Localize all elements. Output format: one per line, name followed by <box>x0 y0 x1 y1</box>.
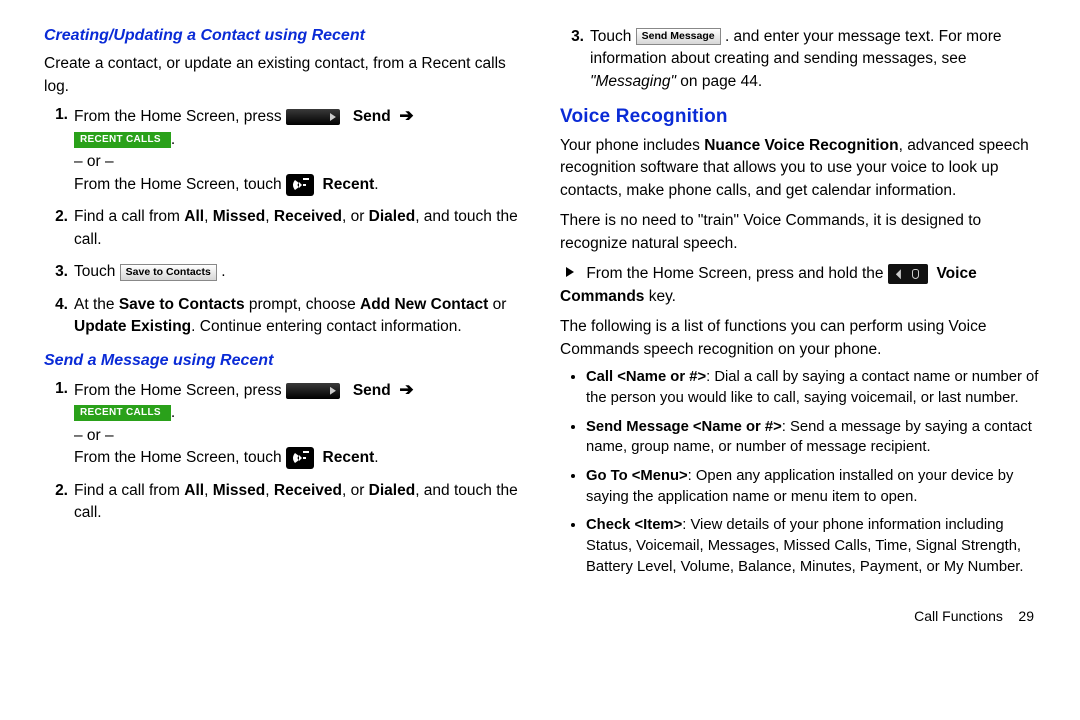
text: prompt, choose <box>245 296 360 313</box>
text: Touch <box>590 28 636 45</box>
text: Your phone includes <box>560 137 704 154</box>
arrow-icon: ➔ <box>399 380 413 399</box>
send-message-button: Send Message <box>636 28 721 45</box>
bold: Update Existing <box>74 318 191 335</box>
ordered-list-send: 1. From the Home Screen, press Send ➔ RE… <box>44 378 524 525</box>
footer-section: Call Functions <box>914 608 1003 624</box>
heading-create-update: Creating/Updating a Contact using Recent <box>44 24 524 47</box>
list-item: 1. From the Home Screen, press Send ➔ RE… <box>74 378 524 470</box>
ref-messaging: "Messaging" <box>590 73 676 90</box>
missed-label: Missed <box>213 482 266 499</box>
text: From the Home Screen, touch <box>74 176 286 193</box>
paragraph: Create a contact, or update an existing … <box>44 53 524 98</box>
period: . <box>221 263 225 280</box>
missed-label: Missed <box>213 208 266 225</box>
comma-or: , or <box>342 482 369 499</box>
paragraph: Your phone includes Nuance Voice Recogni… <box>560 135 1040 202</box>
comma-or: , or <box>342 208 369 225</box>
bold: Add New Contact <box>360 296 488 313</box>
text: on page 44. <box>676 73 762 90</box>
text: At the <box>74 296 119 313</box>
list-item: 2. Find a call from All, Missed, Receive… <box>74 480 524 525</box>
comma: , <box>204 482 213 499</box>
item-marker: 2. <box>44 206 68 228</box>
softkey-icon <box>286 109 340 125</box>
received-label: Received <box>274 482 342 499</box>
dialed-label: Dialed <box>369 482 416 499</box>
bold: Call <Name or #> <box>586 369 706 385</box>
heading-send-message: Send a Message using Recent <box>44 349 524 372</box>
bold: Go To <Menu> <box>586 468 688 484</box>
text: key. <box>644 288 676 305</box>
text: From the Home Screen, press <box>74 382 286 399</box>
recent-calls-badge: RECENT CALLS <box>74 405 171 421</box>
bullet-list-voice: Call <Name or #>: Dial a call by saying … <box>560 367 1040 577</box>
all-label: All <box>184 482 204 499</box>
item-marker: 1. <box>44 104 68 126</box>
list-item: Call <Name or #>: Dial a call by saying … <box>586 367 1040 408</box>
recent-icon <box>286 447 314 469</box>
list-item: Check <Item>: View details of your phone… <box>586 515 1040 577</box>
period: . <box>374 176 378 193</box>
ordered-list-continued: 3. Touch Send Message . and enter your m… <box>560 26 1040 93</box>
paragraph: There is no need to "train" Voice Comman… <box>560 210 1040 255</box>
ordered-list-create: 1. From the Home Screen, press Send ➔ RE… <box>44 104 524 338</box>
paragraph: The following is a list of functions you… <box>560 316 1040 361</box>
recent-label: Recent <box>323 176 375 193</box>
send-label: Send <box>353 108 391 125</box>
bold: Save to Contacts <box>119 296 245 313</box>
triangle-bullet-icon <box>566 267 574 277</box>
softkey-icon <box>286 383 340 399</box>
right-column: 3. Touch Send Message . and enter your m… <box>560 22 1040 626</box>
item-marker: 1. <box>44 378 68 400</box>
dialed-label: Dialed <box>369 208 416 225</box>
all-label: All <box>184 208 204 225</box>
list-item: 2. Find a call from All, Missed, Receive… <box>74 206 524 251</box>
text: . Continue entering contact information. <box>191 318 462 335</box>
left-column: Creating/Updating a Contact using Recent… <box>44 22 524 626</box>
or-text: – or – <box>74 427 114 444</box>
bold: Nuance Voice Recognition <box>704 137 898 154</box>
text: Find a call from <box>74 482 184 499</box>
item-marker: 3. <box>560 26 584 48</box>
heading-voice-recognition: Voice Recognition <box>560 103 1040 131</box>
page-root: Creating/Updating a Contact using Recent… <box>0 0 1080 636</box>
bold: Check <Item> <box>586 517 682 533</box>
page-footer: Call Functions 29 <box>560 606 1040 626</box>
send-label: Send <box>353 382 391 399</box>
list-item: 3. Touch Save to Contacts . <box>74 261 524 283</box>
period: . <box>374 449 378 466</box>
period: . <box>171 404 175 421</box>
item-marker: 4. <box>44 294 68 316</box>
comma: , <box>265 482 274 499</box>
text: From the Home Screen, press and hold the <box>586 265 888 282</box>
text: or <box>488 296 506 313</box>
voice-commands-key-icon <box>888 264 928 284</box>
list-item: Send Message <Name or #>: Send a message… <box>586 417 1040 458</box>
list-item: 4. At the Save to Contacts prompt, choos… <box>74 294 524 339</box>
save-to-contacts-button: Save to Contacts <box>120 264 217 281</box>
item-marker: 3. <box>44 261 68 283</box>
text: From the Home Screen, touch <box>74 449 286 466</box>
text: Touch <box>74 263 120 280</box>
list-item: Go To <Menu>: Open any application insta… <box>586 466 1040 507</box>
text: From the Home Screen, press <box>74 108 286 125</box>
or-text: – or – <box>74 153 114 170</box>
item-marker: 2. <box>44 480 68 502</box>
recent-icon <box>286 174 314 196</box>
bold: Send Message <Name or #> <box>586 419 782 435</box>
list-item: 1. From the Home Screen, press Send ➔ RE… <box>74 104 524 196</box>
list-item: 3. Touch Send Message . and enter your m… <box>590 26 1040 93</box>
arrow-icon: ➔ <box>399 106 413 125</box>
period: . <box>171 131 175 148</box>
footer-page-number: 29 <box>1018 608 1034 624</box>
recent-label: Recent <box>323 449 375 466</box>
comma: , <box>204 208 213 225</box>
step-line: From the Home Screen, press and hold the… <box>560 263 1040 308</box>
recent-calls-badge: RECENT CALLS <box>74 132 171 148</box>
comma: , <box>265 208 274 225</box>
text: Find a call from <box>74 208 184 225</box>
received-label: Received <box>274 208 342 225</box>
